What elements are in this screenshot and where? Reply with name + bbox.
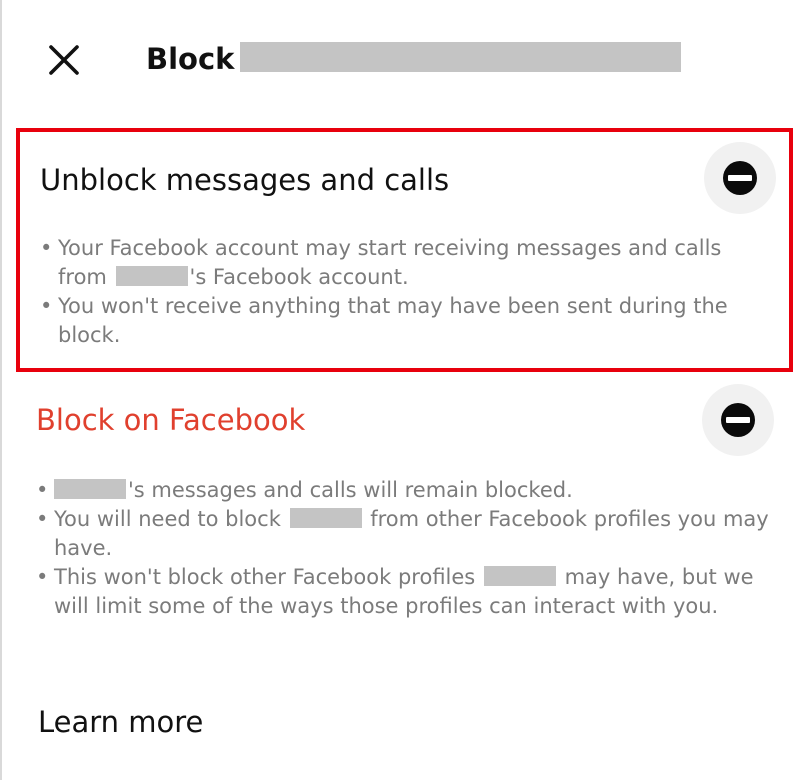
block-on-facebook-details: 's messages and calls will remain blocke… (36, 476, 771, 621)
page-title: Block (146, 42, 235, 76)
close-button[interactable] (38, 38, 90, 82)
block-on-facebook-button[interactable] (702, 384, 774, 456)
redacted-name (289, 508, 362, 528)
unblock-messages-details: Your Facebook account may start receivin… (40, 234, 775, 350)
redacted-name (115, 266, 188, 286)
list-item: You won't receive anything that may have… (40, 292, 775, 350)
minus-circle-icon (721, 403, 755, 437)
learn-more-link[interactable]: Learn more (38, 702, 203, 742)
unblock-messages-button[interactable] (704, 142, 776, 214)
block-on-facebook-section: Block on Facebook 's messages and calls … (16, 382, 793, 662)
block-on-facebook-title: Block on Facebook (36, 403, 306, 437)
list-item: This won't block other Facebook profiles… (36, 563, 771, 621)
list-item: 's messages and calls will remain blocke… (36, 476, 771, 505)
unblock-messages-title: Unblock messages and calls (40, 163, 450, 197)
header: Block (0, 0, 809, 118)
close-icon (49, 45, 79, 75)
minus-circle-icon (723, 161, 757, 195)
list-item: Your Facebook account may start receivin… (40, 234, 775, 292)
list-item: You will need to block from other Facebo… (36, 505, 771, 563)
redacted-name (483, 566, 556, 586)
redacted-name (240, 42, 681, 72)
unblock-messages-section: Unblock messages and calls Your Facebook… (16, 128, 793, 372)
redacted-name (54, 479, 126, 499)
